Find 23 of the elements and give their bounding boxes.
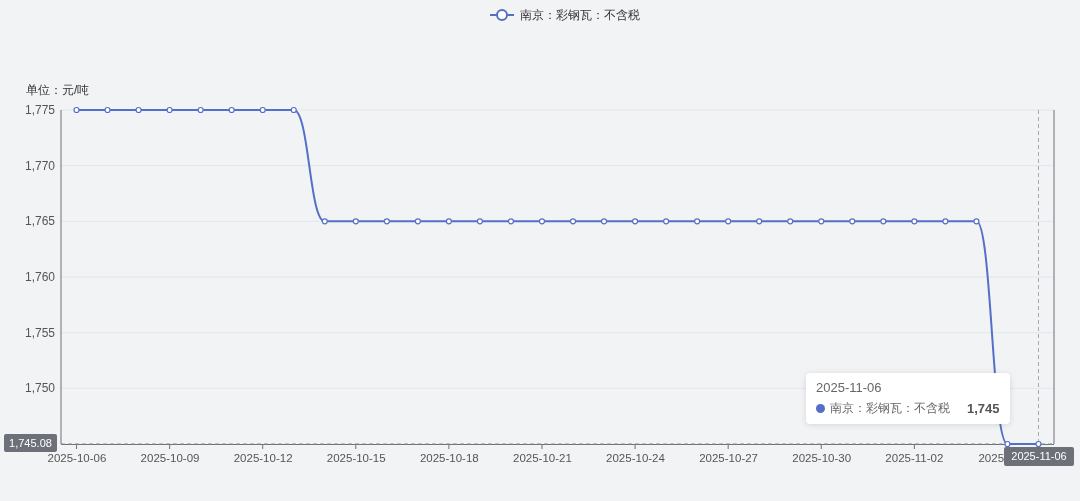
y-pointer-label: 1,745.08 (4, 434, 57, 452)
y-tick-label: 1,755 (24, 325, 55, 340)
x-tick-label: 2025 (978, 452, 1005, 464)
x-tick-label: 2025-11-02 (885, 452, 944, 464)
tooltip-date: 2025-11-06 (816, 380, 883, 395)
y-tick-label: 1,760 (24, 270, 55, 284)
x-tick-label: 2025-10-30 (792, 452, 852, 464)
y-tick-label: 1,775 (24, 103, 55, 117)
x-tick-label: 2025-10-27 (699, 452, 758, 464)
x-tick-label: 2025-10-15 (326, 452, 386, 464)
x-tick-label: 2025-10-09 (140, 452, 200, 464)
y-tick-label: 1,750 (24, 381, 55, 396)
x-tick-label: 2025-10-24 (606, 452, 665, 464)
tooltip-value: 1,745 (966, 401, 1000, 416)
x-pointer-label: 2025-11-06 (1004, 447, 1074, 466)
x-tick-label: 2025-10-18 (419, 452, 479, 464)
x-tick-label: 2025-10-21 (513, 452, 572, 464)
tooltip-series: 南京：彩钢瓦：不含税 (830, 400, 950, 417)
y-tick-label: 1,765 (24, 214, 55, 229)
x-tick-label: 2025-10-06 (47, 452, 107, 464)
y-tick-label: 1,770 (24, 158, 55, 173)
x-tick-label: 2025-10-12 (233, 452, 293, 464)
unit-label: 单位：元/吨 (26, 83, 90, 97)
